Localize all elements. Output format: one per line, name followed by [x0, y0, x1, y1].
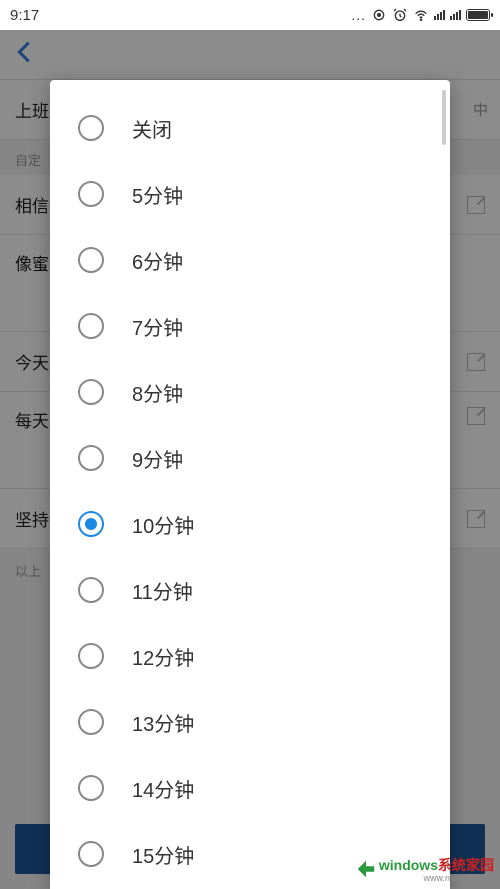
option-row[interactable]: 5分钟 — [50, 161, 450, 227]
alarm-icon — [392, 7, 408, 23]
signal-icon-2 — [450, 10, 461, 20]
option-row[interactable]: 15分钟 — [50, 821, 450, 887]
radio-icon — [78, 247, 104, 273]
status-bar: 9:17 ... — [0, 0, 500, 30]
radio-icon — [78, 709, 104, 735]
option-row[interactable]: 9分钟 — [50, 425, 450, 491]
more-icon: ... — [351, 7, 366, 23]
option-label: 15分钟 — [132, 840, 194, 869]
location-icon — [371, 7, 387, 23]
scrollbar[interactable] — [442, 90, 446, 145]
option-row[interactable]: 14分钟 — [50, 755, 450, 821]
status-time: 9:17 — [10, 7, 39, 24]
option-label: 7分钟 — [132, 312, 183, 341]
option-label: 13分钟 — [132, 708, 194, 737]
option-label: 9分钟 — [132, 444, 183, 473]
option-row[interactable]: 8分钟 — [50, 359, 450, 425]
option-label: 12分钟 — [132, 642, 194, 671]
option-label: 10分钟 — [132, 510, 194, 539]
radio-icon — [78, 181, 104, 207]
option-row[interactable]: 11分钟 — [50, 557, 450, 623]
radio-icon — [78, 841, 104, 867]
option-label: 14分钟 — [132, 774, 194, 803]
radio-icon — [78, 313, 104, 339]
option-label: 6分钟 — [132, 246, 183, 275]
battery-icon — [466, 9, 490, 21]
signal-icon — [434, 10, 445, 20]
radio-icon — [78, 775, 104, 801]
radio-icon — [78, 511, 104, 537]
option-label: 8分钟 — [132, 378, 183, 407]
option-row[interactable]: 6分钟 — [50, 227, 450, 293]
radio-icon — [78, 379, 104, 405]
radio-icon — [78, 115, 104, 141]
option-label: 11分钟 — [132, 576, 193, 605]
option-label: 关闭 — [132, 114, 172, 143]
radio-icon — [78, 643, 104, 669]
option-row[interactable]: 关闭 — [50, 95, 450, 161]
options-modal: 关闭 5分钟 6分钟 7分钟 8分钟 9分钟 10分钟 11分钟 12分钟 13分钟 14分钟 15分… — [50, 80, 450, 889]
option-label: 5分钟 — [132, 180, 183, 209]
option-row[interactable]: 12分钟 — [50, 623, 450, 689]
modal-overlay[interactable]: 关闭 5分钟 6分钟 7分钟 8分钟 9分钟 10分钟 11分钟 12分钟 13分钟 14分钟 15分… — [0, 30, 500, 889]
option-row[interactable]: 10分钟 — [50, 491, 450, 557]
status-icons: ... — [351, 7, 490, 23]
wifi-icon — [413, 7, 429, 23]
option-row[interactable]: 13分钟 — [50, 689, 450, 755]
options-list[interactable]: 关闭 5分钟 6分钟 7分钟 8分钟 9分钟 10分钟 11分钟 12分钟 13分钟 14分钟 15分… — [50, 80, 450, 889]
option-row[interactable]: 7分钟 — [50, 293, 450, 359]
radio-icon — [78, 577, 104, 603]
radio-icon — [78, 445, 104, 471]
